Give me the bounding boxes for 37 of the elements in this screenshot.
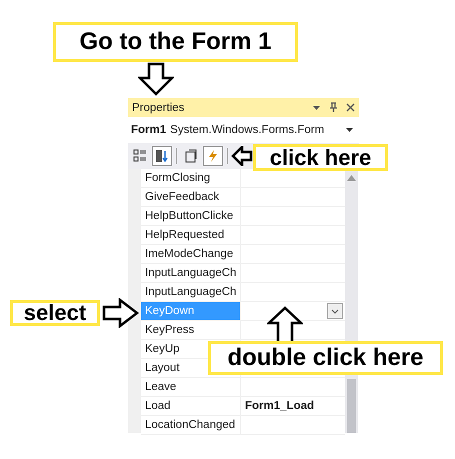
event-name[interactable]: InputLanguageCh [141, 264, 238, 282]
dropdown-button[interactable] [327, 303, 343, 319]
close-icon[interactable] [346, 103, 355, 112]
callout-label: select [10, 300, 100, 326]
up-arrow-icon [267, 306, 303, 342]
event-name[interactable]: Load [141, 397, 173, 415]
event-name[interactable]: LocationChanged [141, 416, 238, 434]
event-name[interactable]: Leave [141, 378, 178, 396]
scroll-thumb[interactable] [347, 379, 356, 433]
event-name[interactable]: KeyUp [141, 340, 182, 358]
handler-name: Form1_Load [245, 400, 314, 412]
object-selector[interactable]: Form1 System.Windows.Forms.Form [128, 119, 359, 141]
callout-label: click here [253, 144, 388, 171]
event-name[interactable]: FormClosing [141, 169, 212, 187]
event-name[interactable]: HelpButtonClicke [141, 207, 236, 225]
event-name[interactable]: KeyPress [141, 321, 196, 339]
dropdown-icon[interactable] [312, 104, 321, 110]
callout-label: Go to the Form 1 [53, 22, 298, 62]
event-name[interactable]: InputLanguageCh [141, 283, 238, 301]
object-type: System.Windows.Forms.Form [170, 124, 324, 136]
caret-icon [346, 128, 353, 132]
event-name[interactable]: HelpRequested [141, 226, 226, 244]
event-name[interactable]: Layout [141, 359, 182, 377]
left-arrow-icon [231, 146, 253, 166]
sort-icon [155, 149, 169, 163]
event-name[interactable]: ImeModeChange [141, 245, 236, 263]
lightning-icon [206, 149, 220, 163]
pin-icon[interactable] [329, 102, 338, 113]
panel-title: Properties [132, 102, 184, 114]
list-icon [133, 149, 147, 163]
toolbar-button[interactable] [152, 146, 172, 166]
right-arrow-icon [102, 298, 140, 328]
down-arrow-icon [138, 62, 174, 96]
callout-label: double click here [208, 341, 443, 375]
pages-icon [184, 149, 198, 163]
object-name: Form1 [131, 124, 166, 136]
event-name[interactable]: GiveFeedback [141, 188, 222, 206]
